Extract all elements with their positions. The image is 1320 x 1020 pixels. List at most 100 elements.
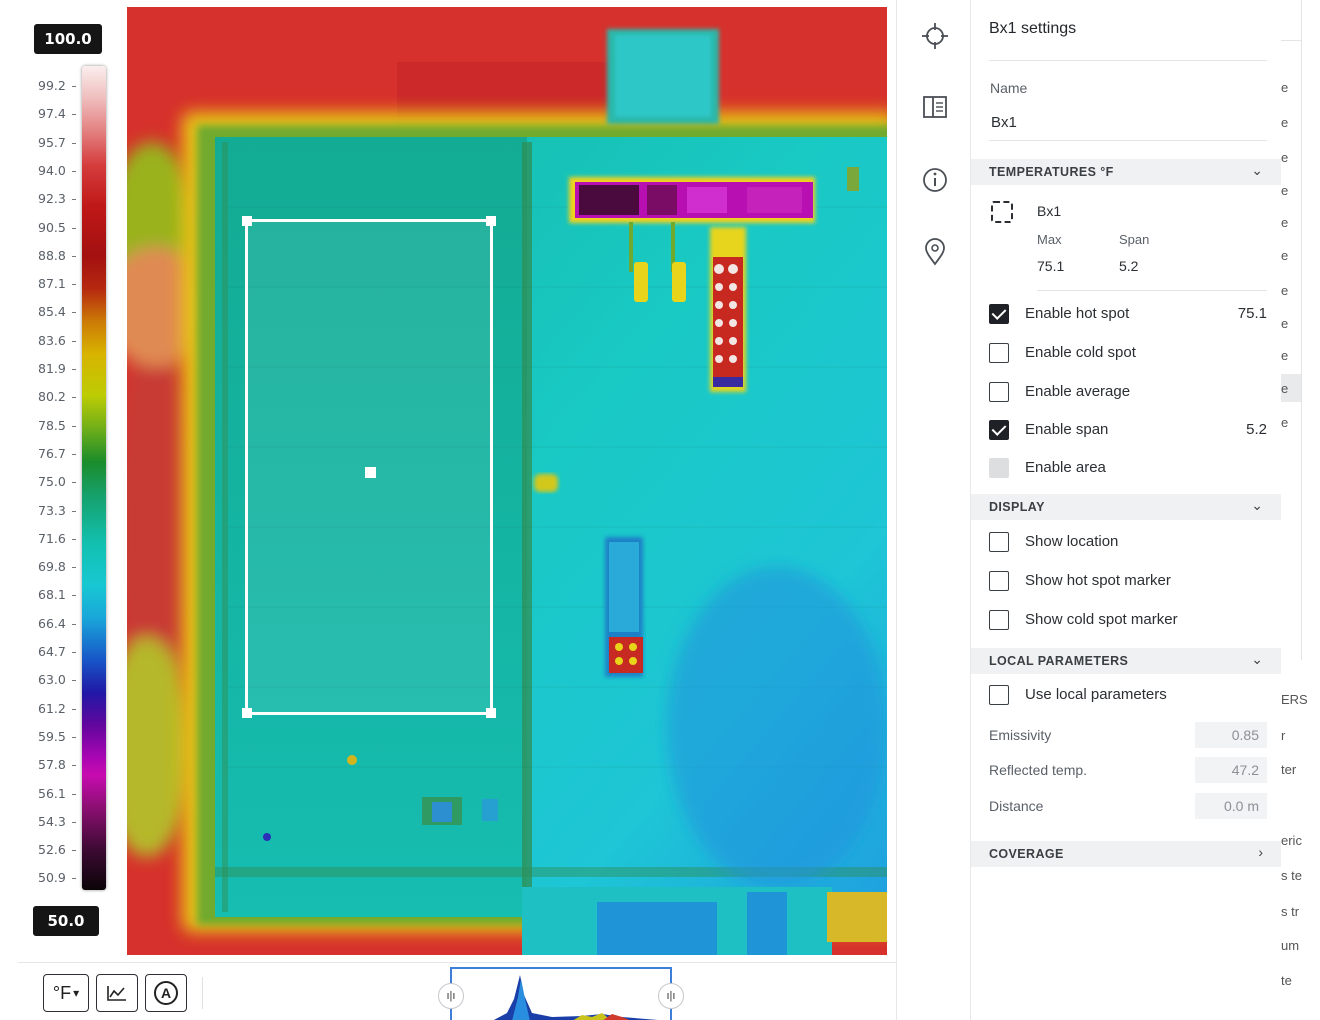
scale-tick-label: 76.7	[38, 446, 82, 461]
scale-tick-label: 59.5	[38, 729, 82, 744]
max-label: Max	[1037, 232, 1062, 247]
box-handle-top-left[interactable]	[242, 216, 252, 226]
parameter-label: Distance	[989, 798, 1044, 814]
option-value: 75.1	[1237, 305, 1267, 322]
option-checkbox[interactable]	[989, 571, 1009, 591]
histogram-max-handle[interactable]: ı|ı	[658, 983, 684, 1009]
parameter-label: Emissivity	[989, 727, 1052, 743]
scale-tick-mark	[72, 482, 76, 484]
scale-tick-mark	[72, 86, 76, 87]
scale-tick-mark	[72, 623, 76, 625]
scale-tick-label: 94.0	[38, 163, 82, 178]
clipped-text-fragment: e	[1281, 316, 1289, 331]
clipped-text-fragment: s tr	[1281, 904, 1300, 919]
histogram-min-handle[interactable]: ı|ı	[438, 983, 464, 1009]
scale-tick-label: 71.6	[38, 531, 82, 546]
clipped-text-fragment: eric	[1281, 833, 1302, 848]
parameter-row: Reflected temp. 47.2	[989, 757, 1267, 783]
scale-tick-label: 66.4	[38, 616, 82, 631]
clipped-text-fragment: e	[1281, 283, 1289, 298]
parameter-input[interactable]: 47.2	[1195, 757, 1267, 783]
scale-tick-label: 57.8	[38, 757, 82, 772]
display-option[interactable]: Show location	[989, 530, 1267, 554]
crosshair-icon[interactable]	[919, 20, 951, 52]
scale-tick-mark	[72, 340, 76, 342]
graph-button[interactable]	[96, 974, 138, 1012]
temperature-option[interactable]: Enable average	[989, 380, 1267, 404]
temperature-option[interactable]: Enable span 5.2	[989, 418, 1267, 442]
scale-tick-label: 78.5	[38, 418, 82, 433]
coverage-heading: COVERAGE	[989, 847, 1064, 861]
histogram[interactable]: ı|ı ı|ı	[438, 967, 684, 1020]
option-checkbox[interactable]	[989, 304, 1009, 324]
scale-tick-label: 85.4	[38, 304, 82, 319]
clipped-text-fragment: r	[1281, 728, 1286, 743]
box-handle-top-right[interactable]	[486, 216, 496, 226]
scale-min-value[interactable]: 50.0	[33, 906, 99, 936]
span-label: Span	[1119, 232, 1150, 247]
option-value: 5.2	[1246, 421, 1267, 438]
temperature-option[interactable]: Enable area	[989, 456, 1267, 480]
scale-tick-label: 63.0	[38, 672, 82, 687]
scale-tick-label: 92.3	[38, 191, 82, 206]
clipped-text-fragment: e	[1281, 415, 1289, 430]
option-checkbox[interactable]	[989, 610, 1009, 630]
coverage-section-header[interactable]: COVERAGE ›	[971, 841, 1281, 867]
panel-icon[interactable]	[919, 91, 951, 123]
display-section-header[interactable]: DISPLAY ⌄	[971, 494, 1281, 520]
scale-tick-mark	[72, 821, 76, 823]
use-local-parameters-option[interactable]: Use local parameters	[989, 683, 1267, 707]
temperature-option[interactable]: Enable hot spot 75.1	[989, 302, 1267, 326]
scale-max-value[interactable]: 100.0	[34, 24, 102, 54]
scale-tick-label: 50.9	[38, 870, 82, 885]
use-local-parameters-label: Use local parameters	[1025, 686, 1167, 703]
scale-tick-label: 69.8	[38, 559, 82, 574]
parameter-input[interactable]: 0.0 m	[1195, 793, 1267, 819]
parameter-label: Reflected temp.	[989, 762, 1088, 778]
clipped-text-fragment: e	[1281, 215, 1289, 230]
box-handle-bottom-left[interactable]	[242, 708, 252, 718]
option-checkbox[interactable]	[989, 382, 1009, 402]
name-field[interactable]: Bx1	[991, 114, 1017, 131]
clipped-text-fragment: e	[1281, 80, 1289, 95]
option-checkbox[interactable]	[989, 532, 1009, 552]
use-local-parameters-checkbox[interactable]	[989, 685, 1009, 705]
box-center-handle[interactable]	[365, 467, 376, 478]
max-value: 75.1	[1037, 258, 1065, 274]
scale-tick-mark	[72, 850, 76, 852]
location-pin-icon[interactable]	[919, 236, 951, 268]
option-checkbox[interactable]	[989, 420, 1009, 440]
info-icon[interactable]	[919, 164, 951, 196]
clipped-text-fragment: ERS	[1281, 692, 1308, 707]
scale-tick-label: 52.6	[38, 842, 82, 857]
clipped-text-fragment: e	[1281, 115, 1289, 130]
thermal-rendering	[127, 7, 887, 955]
name-underline	[989, 140, 1267, 141]
measurement-box-bx1[interactable]	[242, 216, 496, 718]
scale-tick-mark	[72, 765, 76, 767]
temperature-option[interactable]: Enable cold spot	[989, 341, 1267, 365]
box-shape-icon	[991, 201, 1013, 223]
color-palette-bar	[82, 66, 106, 890]
scale-tick-mark	[72, 425, 76, 427]
parameter-input[interactable]: 0.85	[1195, 722, 1267, 748]
name-label: Name	[990, 80, 1028, 96]
box-handle-bottom-right[interactable]	[486, 708, 496, 718]
option-checkbox[interactable]	[989, 343, 1009, 363]
scale-tick-mark	[72, 199, 76, 201]
option-label: Show location	[1025, 533, 1119, 550]
scale-tick-mark	[72, 453, 76, 455]
display-option[interactable]: Show cold spot marker	[989, 608, 1267, 632]
scale-tick-label: 75.0	[38, 474, 82, 489]
caret-down-icon: ▾	[73, 986, 80, 1000]
temperature-unit-button[interactable]: °F ▾	[43, 974, 89, 1012]
scale-tick-mark	[72, 312, 76, 314]
local-parameters-section-header[interactable]: LOCAL PARAMETERS ⌄	[971, 648, 1281, 674]
scale-tick-label: 61.2	[38, 701, 82, 716]
scale-tick-mark	[72, 170, 76, 172]
display-option[interactable]: Show hot spot marker	[989, 569, 1267, 593]
thermal-image[interactable]	[127, 7, 887, 955]
temperatures-section-header[interactable]: TEMPERATURES °F ⌄	[971, 159, 1281, 185]
scale-tick-mark	[72, 284, 76, 286]
auto-adjust-button[interactable]: A	[145, 974, 187, 1012]
